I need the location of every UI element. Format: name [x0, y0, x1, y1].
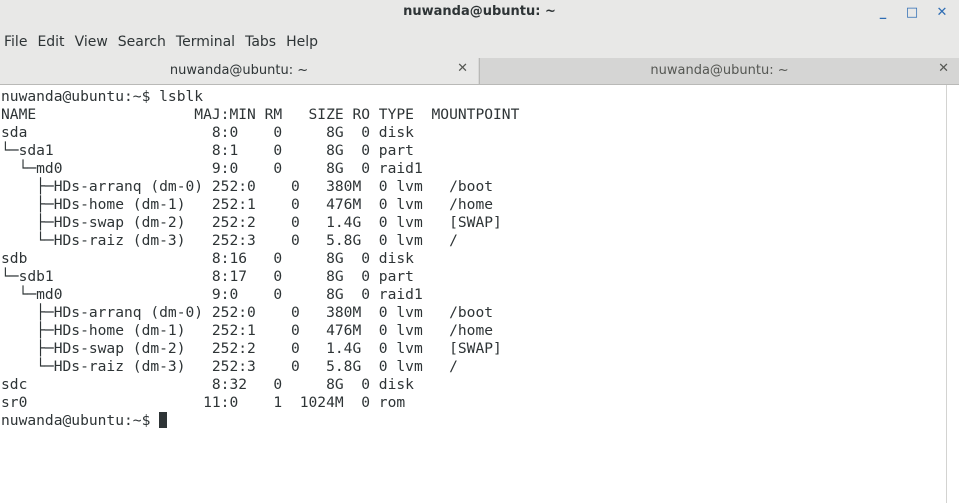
menu-help[interactable]: Help	[281, 34, 323, 50]
terminal-line: ├─HDs-swap (dm-2) 252:2 0 1.4G 0 lvm [SW…	[1, 340, 502, 357]
tab-1[interactable]: nuwanda@ubuntu: ~ ✕	[0, 58, 478, 84]
text-cursor	[159, 412, 168, 428]
terminal-line: NAME MAJ:MIN RM SIZE RO TYPE MOUNTPOINT	[1, 106, 520, 123]
vertical-scrollbar[interactable]	[946, 85, 959, 503]
terminal-line: └─HDs-raiz (dm-3) 252:3 0 5.8G 0 lvm /	[1, 358, 458, 375]
terminal-line: nuwanda@ubuntu:~$ lsblk	[1, 88, 204, 105]
menu-bar: File Edit View Search Terminal Tabs Help	[0, 26, 959, 58]
tab-label: nuwanda@ubuntu: ~	[650, 63, 789, 78]
terminal-line: ├─HDs-home (dm-1) 252:1 0 476M 0 lvm /ho…	[1, 322, 494, 339]
terminal-prompt: nuwanda@ubuntu:~$	[1, 412, 160, 429]
menu-view[interactable]: View	[70, 34, 113, 50]
tab-label: nuwanda@ubuntu: ~	[169, 63, 309, 78]
menu-search[interactable]: Search	[113, 34, 171, 50]
window-title: nuwanda@ubuntu: ~	[403, 4, 556, 19]
menu-edit[interactable]: Edit	[32, 34, 69, 50]
menu-file[interactable]: File	[0, 34, 32, 50]
menu-tabs[interactable]: Tabs	[240, 34, 281, 50]
terminal-line: ├─HDs-swap (dm-2) 252:2 0 1.4G 0 lvm [SW…	[1, 214, 502, 231]
terminal-area[interactable]: nuwanda@ubuntu:~$ lsblk NAME MAJ:MIN RM S…	[0, 85, 946, 503]
terminal-output: nuwanda@ubuntu:~$ lsblk NAME MAJ:MIN RM S…	[1, 88, 519, 430]
terminal-line: └─HDs-raiz (dm-3) 252:3 0 5.8G 0 lvm /	[1, 232, 458, 249]
terminal-line: └─md0 9:0 0 8G 0 raid1	[1, 160, 423, 177]
terminal-prompt-line[interactable]: nuwanda@ubuntu:~$	[1, 412, 519, 430]
tab-close-icon[interactable]: ✕	[938, 61, 949, 76]
terminal-line: └─sdb1 8:17 0 8G 0 part	[1, 268, 414, 285]
terminal-line: ├─HDs-home (dm-1) 252:1 0 476M 0 lvm /ho…	[1, 196, 494, 213]
scrollbar-thumb[interactable]	[950, 89, 956, 497]
terminal-line: sda 8:0 0 8G 0 disk	[1, 124, 414, 141]
tab-close-icon[interactable]: ✕	[457, 61, 468, 76]
terminal-line: sr0 11:0 1 1024M 0 rom	[1, 394, 406, 411]
terminal-line: sdb 8:16 0 8G 0 disk	[1, 250, 414, 267]
maximize-icon[interactable]: □	[901, 3, 923, 23]
terminal-line: ├─HDs-arranq (dm-0) 252:0 0 380M 0 lvm /…	[1, 178, 494, 195]
terminal-line: ├─HDs-arranq (dm-0) 252:0 0 380M 0 lvm /…	[1, 304, 494, 321]
window-titlebar[interactable]: nuwanda@ubuntu: ~ _ □ ✕	[0, 0, 959, 26]
minimize-icon[interactable]: _	[872, 3, 894, 23]
menu-terminal[interactable]: Terminal	[171, 34, 240, 50]
close-icon[interactable]: ✕	[931, 3, 953, 23]
tab-bar: nuwanda@ubuntu: ~ ✕ nuwanda@ubuntu: ~ ✕	[0, 58, 959, 85]
tab-2[interactable]: nuwanda@ubuntu: ~ ✕	[479, 58, 959, 84]
terminal-line: └─md0 9:0 0 8G 0 raid1	[1, 286, 423, 303]
terminal-line: └─sda1 8:1 0 8G 0 part	[1, 142, 414, 159]
terminal-line: sdc 8:32 0 8G 0 disk	[1, 376, 414, 393]
